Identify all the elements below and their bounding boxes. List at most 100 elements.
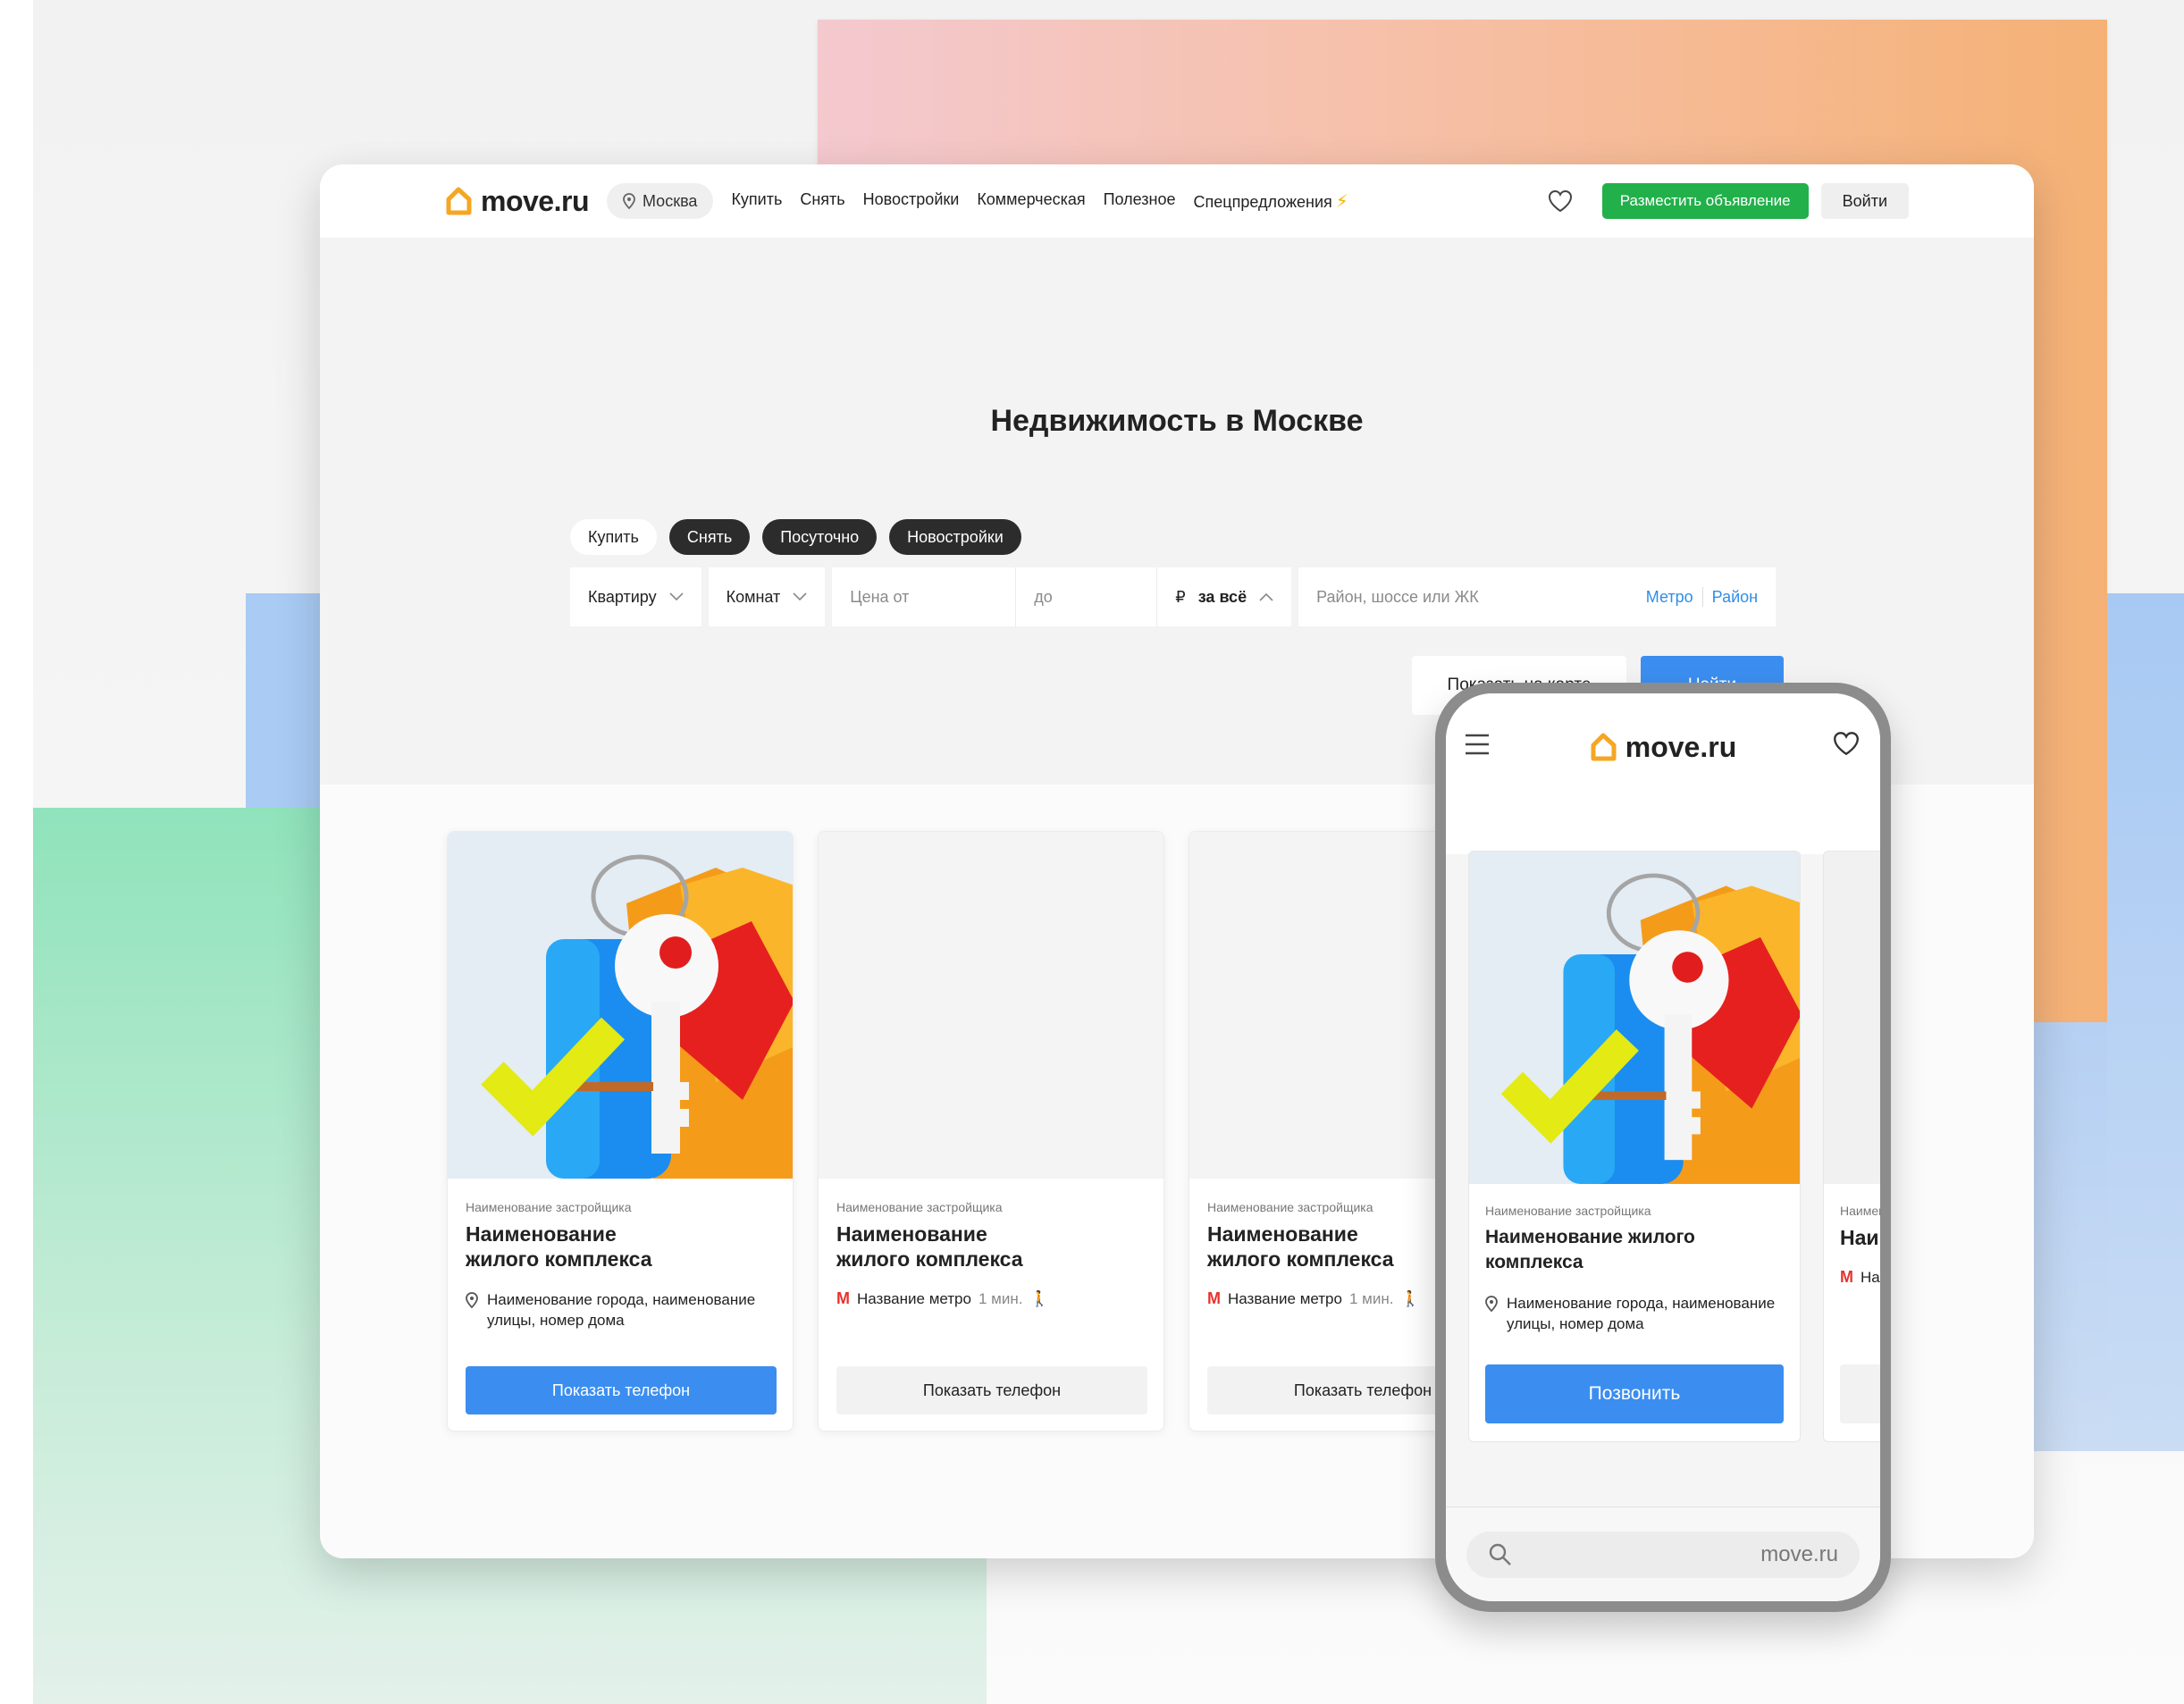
nav-item-useful[interactable]: Полезное [1104,190,1176,213]
login-button[interactable]: Войти [1820,183,1909,219]
metro-name: Название метро [1861,1268,1880,1286]
chip-new-buildings[interactable]: Новостройки [889,519,1021,555]
location-placeholder: Район, шоссе или ЖК [1316,587,1479,606]
city-selector[interactable]: Москва [606,183,714,219]
price-mode-value: за всё [1197,587,1247,606]
listing-image [448,832,793,1179]
mobile-logo-text: move.ru [1625,730,1737,763]
address-bar[interactable]: move.ru [1466,1531,1860,1578]
metro-icon: М [1207,1289,1221,1307]
metro-icon: М [836,1289,850,1307]
address-text: Наименование города, наименование улицы,… [487,1291,756,1329]
location-search-input[interactable]: Район, шоссе или ЖК Метро Район [1298,567,1777,626]
metro-info: М Название метро 1 мин. 🚶 [836,1289,1146,1308]
search-icon [1489,1543,1511,1565]
post-ad-button[interactable]: Разместить объявление [1601,183,1809,219]
complex-name: Наименование жилого комплекса [466,1222,652,1271]
show-phone-button[interactable]: Показать телефон [466,1366,777,1414]
search-filters: Квартиру Комнат Цена от до ₽ за всё Райо… [570,567,1777,626]
nav-item-special-offers-label: Спецпредложения [1193,192,1332,211]
page-title: Недвижимость в Москве [990,404,1364,438]
district-link[interactable]: Район [1712,588,1758,607]
developer-name: Наименование застройщика [1840,1204,1880,1218]
lightning-icon: ⚡ [1335,191,1348,212]
address: Наименование города, наименование улицы,… [1485,1293,1784,1334]
location-pin-icon [1485,1296,1498,1313]
card-body: Наименование застройщика Наименование жи… [1824,1184,1880,1287]
complex-name: Наименование жилого комплекса [836,1222,1023,1271]
location-pin-icon [623,193,635,209]
heart-icon[interactable] [1547,188,1574,214]
card-body: Наименование застройщика Наименование жи… [1469,1184,1800,1334]
developer-name: Наименование застройщика [836,1200,1003,1214]
card-body: Наименование застройщика Наименование жи… [819,1179,1163,1308]
rooms-select[interactable]: Комнат [708,567,826,626]
currency-sign: ₽ [1175,587,1186,606]
price-to-input[interactable]: до [1016,567,1158,626]
nav-item-new-buildings[interactable]: Новостройки [863,190,960,213]
logo[interactable]: move.ru [445,185,589,218]
nav-item-commercial[interactable]: Коммерческая [977,190,1085,213]
chevron-down-icon [669,592,684,601]
price-mode-select[interactable]: ₽ за всё [1157,567,1291,626]
key-illustration [481,854,793,1179]
listing-image-placeholder [819,832,1163,1179]
chip-buy[interactable]: Купить [570,519,657,555]
browser-bar: move.ru [1446,1507,1880,1601]
call-button-partial[interactable] [1840,1364,1880,1423]
show-phone-button[interactable]: Показать телефон [836,1366,1147,1414]
deal-type-chips: Купить Снять Посуточно Новостройки [570,519,1021,555]
metro-link[interactable]: Метро [1646,588,1693,607]
property-type-value: Квартиру [588,587,657,606]
metro-time: 1 мин. [1348,1289,1394,1307]
chip-rent[interactable]: Снять [668,519,751,555]
mobile-screen: move.ru Наименование застройщика Наимено… [1446,693,1880,1601]
city-label: Москва [642,191,698,210]
card-body: Наименование застройщика Наименование жи… [448,1179,793,1330]
walking-icon: 🚶 [1400,1289,1420,1307]
metro-icon: М [1840,1268,1853,1286]
developer-name: Наименование застройщика [1485,1204,1651,1218]
mobile-device: move.ru Наименование застройщика Наимено… [1435,683,1891,1612]
decor-blue-right [2107,593,2184,1451]
heart-icon[interactable] [1832,729,1861,758]
metro-name: Название метро [857,1289,971,1307]
main-nav: Купить Снять Новостройки Коммерческая По… [731,190,1348,213]
location-pin-icon [466,1292,478,1309]
property-type-select[interactable]: Квартиру [570,567,701,626]
address: Наименование города, наименование улицы,… [466,1289,775,1330]
mobile-listing-card-partial[interactable]: Наименование застройщика Наименование жи… [1823,851,1880,1442]
top-navbar: move.ru Москва Купить Снять Новостройки … [320,164,2034,238]
divider [1701,587,1703,607]
chip-daily[interactable]: Посуточно [762,519,878,555]
url-text: move.ru [1760,1541,1838,1566]
walking-icon: 🚶 [1029,1289,1049,1307]
nav-item-rent[interactable]: Снять [800,190,844,213]
nav-item-special-offers[interactable]: Спецпредложения ⚡ [1194,190,1348,213]
complex-name: Наименование жилого комплекса [1485,1227,1695,1272]
complex-name: Наименование жилого комплекса [1840,1226,1880,1249]
mobile-header: move.ru [1446,693,1880,801]
developer-name: Наименование застройщика [466,1200,632,1214]
price-from-input[interactable]: Цена от [832,567,1017,626]
address-text: Наименование города, наименование улицы,… [1507,1295,1776,1332]
mobile-spacer [1446,801,1880,854]
metro-time: 1 мин. [978,1289,1023,1307]
complex-name: Наименование жилого комплекса [1207,1222,1394,1271]
listing-image [1469,852,1800,1184]
listing-card[interactable]: Наименование застройщика Наименование жи… [447,831,794,1431]
listing-card[interactable]: Наименование застройщика Наименование жи… [818,831,1164,1431]
chevron-down-icon [793,592,807,601]
listing-image-placeholder [1824,852,1880,1184]
mobile-logo[interactable]: move.ru [1590,731,1736,764]
house-logo-icon [1591,733,1617,761]
metro-info: М Название метро [1840,1268,1880,1287]
house-logo-icon [446,187,472,215]
call-button[interactable]: Позвонить [1485,1364,1784,1423]
header-actions: Разместить объявление Войти [1547,183,1909,219]
nav-item-buy[interactable]: Купить [731,190,782,213]
logo-text: move.ru [481,184,589,217]
hamburger-menu-icon[interactable] [1464,733,1491,756]
mobile-listing-card[interactable]: Наименование застройщика Наименование жи… [1468,851,1801,1442]
location-links: Метро Район [1646,587,1758,607]
